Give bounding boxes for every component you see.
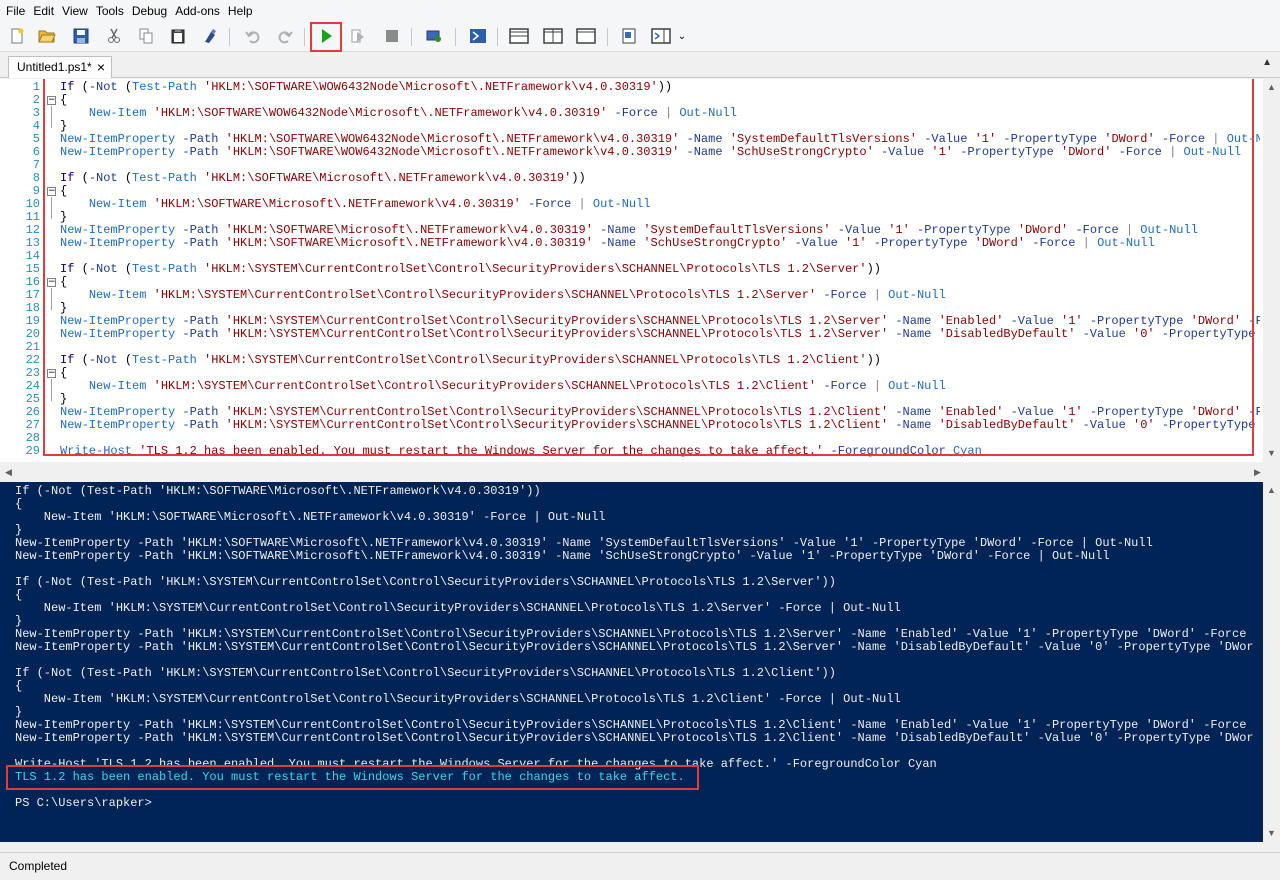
- code-line[interactable]: New-Item 'HKLM:\SYSTEM\CurrentControlSet…: [60, 289, 946, 302]
- show-script-pane-top-icon[interactable]: [508, 25, 530, 47]
- status-bar: Completed: [0, 852, 1280, 880]
- fold-icon[interactable]: −: [47, 96, 56, 105]
- toolbar-separator: [497, 28, 498, 46]
- chevron-up-icon[interactable]: ▲: [1262, 57, 1272, 68]
- new-icon[interactable]: [6, 25, 28, 47]
- scroll-up-icon[interactable]: ▲: [1263, 79, 1280, 96]
- toolbar-separator: [304, 28, 305, 46]
- toolbar-separator: [455, 28, 456, 46]
- scroll-right-icon[interactable]: ▶: [1249, 464, 1266, 481]
- console-prompt: PS C:\Users\rapker>: [15, 796, 152, 810]
- toolbar: ⌄: [0, 22, 1280, 52]
- code-line[interactable]: If (-Not (Test-Path 'HKLM:\SYSTEM\Curren…: [60, 263, 881, 276]
- console-line: If (-Not (Test-Path 'HKLM:\SYSTEM\Curren…: [15, 575, 836, 589]
- code-line[interactable]: New-ItemProperty -Path 'HKLM:\SYSTEM\Cur…: [60, 419, 1260, 432]
- console-line: New-ItemProperty -Path 'HKLM:\SOFTWARE\M…: [15, 549, 1110, 563]
- console-output-line: TLS 1.2 has been enabled. You must resta…: [15, 770, 685, 784]
- code-line[interactable]: Write-Host 'TLS 1.2 has been enabled. Yo…: [60, 445, 982, 458]
- menu-debug[interactable]: Debug: [128, 0, 171, 22]
- toolbar-separator: [229, 28, 230, 46]
- code-line[interactable]: New-ItemProperty -Path 'HKLM:\SYSTEM\Cur…: [60, 328, 1260, 341]
- redo-icon[interactable]: [274, 25, 296, 47]
- toolbar-separator: [607, 28, 608, 46]
- line-number-gutter: 1 2−3 4 5 6 7 8 9−10 11 12 13 14 15 16−17 18 19 20 21 22 23…: [0, 79, 56, 462]
- tab-untitled1[interactable]: Untitled1.ps1* ×: [8, 56, 112, 78]
- console-line: New-ItemProperty -Path 'HKLM:\SYSTEM\Cur…: [15, 731, 1254, 745]
- show-script-pane-maximized-icon[interactable]: [575, 25, 597, 47]
- console-line: New-Item 'HKLM:\SOFTWARE\Microsoft\.NETF…: [15, 510, 606, 524]
- console-line: New-Item 'HKLM:\SYSTEM\CurrentControlSet…: [15, 692, 901, 706]
- code-line[interactable]: If (-Not (Test-Path 'HKLM:\SOFTWARE\WOW6…: [60, 81, 672, 94]
- menu-help[interactable]: Help: [224, 0, 257, 22]
- fold-guide: [51, 197, 52, 219]
- pane-splitter[interactable]: ◀ ▶: [0, 462, 1280, 482]
- console-line: If (-Not (Test-Path 'HKLM:\SOFTWARE\Micr…: [15, 484, 541, 498]
- tab-label: Untitled1.ps1*: [17, 60, 92, 74]
- copy-icon[interactable]: [135, 25, 157, 47]
- code-line[interactable]: If (-Not (Test-Path 'HKLM:\SYSTEM\Curren…: [60, 354, 881, 367]
- scroll-left-icon[interactable]: ◀: [0, 464, 17, 481]
- paste-icon[interactable]: [167, 25, 189, 47]
- console-output[interactable]: If (-Not (Test-Path 'HKLM:\SOFTWARE\Micr…: [15, 482, 1260, 827]
- toolbar-overflow-icon[interactable]: ⌄: [676, 25, 688, 47]
- fold-icon[interactable]: −: [47, 278, 56, 287]
- clear-icon[interactable]: [199, 25, 221, 47]
- code-line[interactable]: New-ItemProperty -Path 'HKLM:\SOFTWARE\M…: [60, 237, 1155, 250]
- open-icon[interactable]: [36, 25, 58, 47]
- cut-icon[interactable]: [103, 25, 125, 47]
- save-icon[interactable]: [70, 25, 92, 47]
- menu-view[interactable]: View: [58, 0, 92, 22]
- stop-icon[interactable]: [381, 25, 403, 47]
- show-command-addon-icon[interactable]: [650, 25, 672, 47]
- start-powershell-icon[interactable]: [467, 25, 489, 47]
- show-script-icon[interactable]: [618, 25, 640, 47]
- tab-bar: Untitled1.ps1* × ▲: [0, 52, 1280, 78]
- show-script-pane-right-icon[interactable]: [542, 25, 564, 47]
- undo-icon[interactable]: [242, 25, 264, 47]
- fold-icon[interactable]: −: [47, 369, 56, 378]
- console-line: New-ItemProperty -Path 'HKLM:\SYSTEM\Cur…: [15, 640, 1254, 654]
- code-line[interactable]: New-Item 'HKLM:\SOFTWARE\WOW6432Node\Mic…: [60, 107, 737, 120]
- scroll-down-icon[interactable]: ▼: [1263, 445, 1280, 462]
- code-line[interactable]: New-ItemProperty -Path 'HKLM:\SOFTWARE\W…: [60, 146, 1241, 159]
- run-selection-icon[interactable]: [347, 25, 369, 47]
- close-icon[interactable]: ×: [97, 57, 105, 78]
- script-code[interactable]: If (-Not (Test-Path 'HKLM:\SOFTWARE\WOW6…: [60, 79, 1260, 462]
- console-scrollbar[interactable]: ▲ ▼: [1263, 482, 1280, 842]
- code-line[interactable]: New-Item 'HKLM:\SYSTEM\CurrentControlSet…: [60, 380, 946, 393]
- script-editor[interactable]: 1 2−3 4 5 6 7 8 9−10 11 12 13 14 15 16−17 18 19 20 21 22 23…: [0, 79, 1280, 462]
- scroll-down-icon[interactable]: ▼: [1263, 825, 1280, 842]
- menu-file[interactable]: File: [2, 0, 29, 22]
- menu-tools[interactable]: Tools: [92, 0, 128, 22]
- fold-guide: [51, 379, 52, 401]
- console-line: If (-Not (Test-Path 'HKLM:\SYSTEM\Curren…: [15, 666, 836, 680]
- console-line: New-Item 'HKLM:\SYSTEM\CurrentControlSet…: [15, 601, 901, 615]
- fold-icon[interactable]: −: [47, 187, 56, 196]
- menu-addons[interactable]: Add-ons: [171, 0, 224, 22]
- code-line[interactable]: If (-Not (Test-Path 'HKLM:\SOFTWARE\Micr…: [60, 172, 586, 185]
- menu-edit[interactable]: Edit: [29, 0, 58, 22]
- toolbar-separator: [411, 28, 412, 46]
- editor-scrollbar[interactable]: ▲ ▼: [1263, 79, 1280, 462]
- line-number: 29: [25, 444, 40, 458]
- fold-guide: [51, 106, 52, 128]
- scroll-up-icon[interactable]: ▲: [1263, 482, 1280, 499]
- run-icon[interactable]: [315, 25, 337, 47]
- fold-guide: [51, 288, 52, 310]
- remote-powershell-icon[interactable]: [423, 25, 445, 47]
- code-line[interactable]: New-Item 'HKLM:\SOFTWARE\Microsoft\.NETF…: [60, 198, 651, 211]
- status-text: Completed: [9, 859, 68, 873]
- menu-bar: File Edit View Tools Debug Add-ons Help: [0, 0, 1280, 22]
- console-pane[interactable]: If (-Not (Test-Path 'HKLM:\SOFTWARE\Micr…: [0, 482, 1280, 842]
